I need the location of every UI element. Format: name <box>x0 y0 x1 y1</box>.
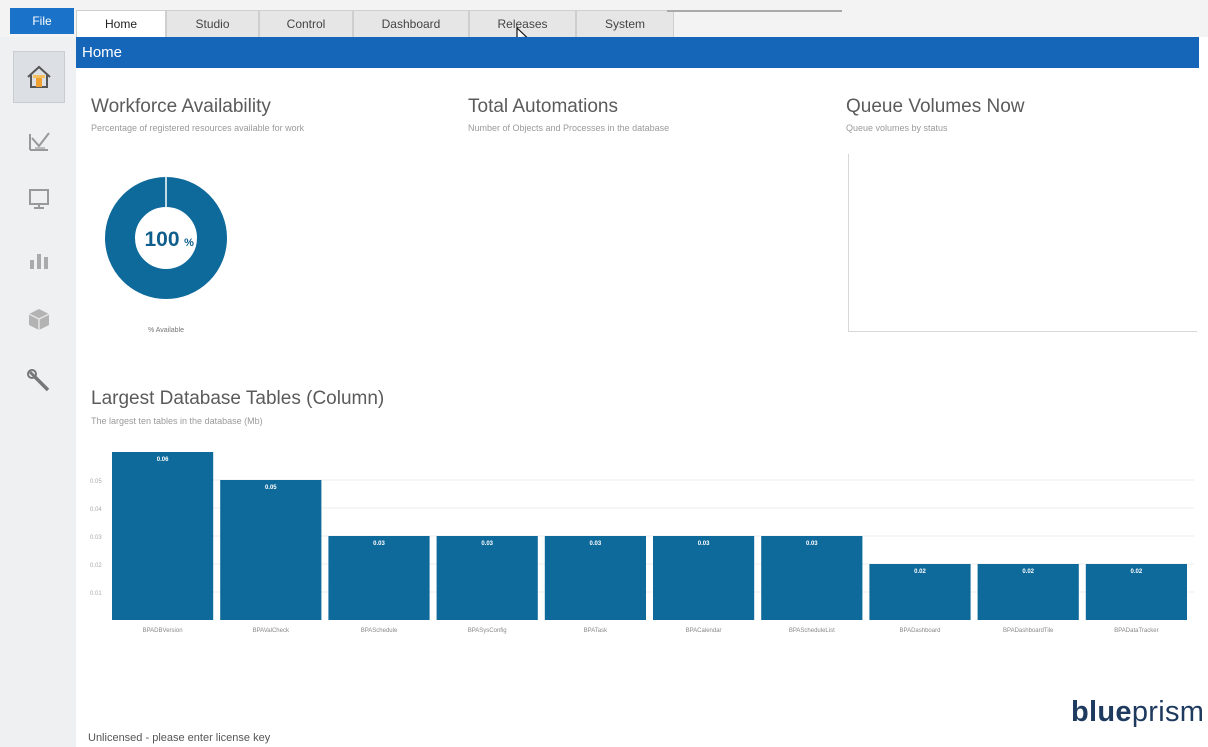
sidebar-item-studio[interactable] <box>13 115 65 167</box>
package-icon <box>28 309 50 330</box>
bar-data-label: 0.05 <box>265 485 277 491</box>
workforce-subtitle: Percentage of registered resources avail… <box>91 123 305 133</box>
tab-studio[interactable]: Studio <box>166 10 259 37</box>
bar <box>220 480 322 620</box>
tab-home[interactable]: Home <box>76 10 166 38</box>
blueprism-logo: blueprism <box>1071 696 1204 729</box>
x-category-label: BPADBVersion <box>143 628 183 634</box>
license-status: Unlicensed - please enter license key <box>88 732 271 744</box>
tables-chart-subtitle: The largest ten tables in the database (… <box>91 416 263 426</box>
x-category-label: BPACalendar <box>686 628 722 634</box>
bar <box>761 536 863 620</box>
monitor-icon <box>29 189 49 209</box>
queues-title: Queue Volumes Now <box>846 96 1025 117</box>
bar-data-label: 0.03 <box>373 541 385 547</box>
wrench-icon <box>27 369 50 392</box>
y-tick-label: 0.03 <box>90 535 102 541</box>
menu-bar: File Home Studio Control Dashboard Relea… <box>0 0 1208 45</box>
bar <box>653 536 755 620</box>
tab-dashboard[interactable]: Dashboard <box>353 10 469 37</box>
y-tick-label: 0.02 <box>90 563 102 569</box>
y-tick-label: 0.01 <box>90 591 102 597</box>
workforce-title: Workforce Availability <box>91 96 271 117</box>
bar <box>436 536 538 620</box>
sidebar-item-system[interactable] <box>13 355 65 407</box>
automations-title: Total Automations <box>468 96 618 117</box>
x-category-label: BPASchedule <box>361 628 398 634</box>
sidebar-item-releases[interactable] <box>13 293 65 345</box>
bar-data-label: 0.06 <box>157 457 169 463</box>
x-category-label: BPAValCheck <box>253 628 290 634</box>
x-category-label: BPAScheduleList <box>789 628 835 634</box>
file-menu-button[interactable]: File <box>10 8 74 34</box>
automations-subtitle: Number of Objects and Processes in the d… <box>468 123 670 133</box>
page-title-bar: Home <box>76 37 1199 68</box>
home-dashboard: Workforce Availability Percentage of reg… <box>76 68 1204 747</box>
bar-data-label: 0.02 <box>1131 569 1143 575</box>
studio-icon <box>29 132 50 151</box>
home-icon <box>27 65 51 88</box>
tab-system[interactable]: System <box>576 10 674 37</box>
donut-value-suffix: % <box>184 237 194 249</box>
queue-volumes-chart-area <box>848 154 1197 332</box>
x-category-label: BPATask <box>584 628 608 634</box>
bar-data-label: 0.03 <box>698 541 710 547</box>
logo-bold-text: blue <box>1071 696 1132 728</box>
tables-bar-chart: 0.05 0.04 0.03 0.02 0.01 0.06 BPADBVersion 0.05… <box>90 452 1194 634</box>
sidebar-item-home[interactable] <box>13 51 65 103</box>
sidebar-item-control[interactable] <box>13 173 65 225</box>
tables-chart-title: Largest Database Tables (Column) <box>91 388 385 409</box>
tab-strip-divider <box>667 10 842 12</box>
sidebar <box>0 37 77 747</box>
bar <box>544 536 646 620</box>
page-title: Home <box>82 44 123 61</box>
x-category-label: BPADashboardTile <box>1003 628 1054 634</box>
bar-data-label: 0.03 <box>481 541 493 547</box>
y-tick-label: 0.04 <box>90 507 102 513</box>
bar-data-label: 0.03 <box>590 541 602 547</box>
ribbon-tabs: Home Studio Control Dashboard Releases S… <box>76 10 674 38</box>
y-tick-label: 0.05 <box>90 479 102 485</box>
sidebar-item-dashboard[interactable] <box>13 233 65 285</box>
bar-data-label: 0.02 <box>1022 569 1034 575</box>
workforce-donut-chart: 100 % <box>105 164 227 299</box>
chart-icon <box>30 254 48 269</box>
bar <box>112 452 214 620</box>
queues-subtitle: Queue volumes by status <box>846 123 948 133</box>
donut-value: 100 <box>144 228 179 251</box>
x-category-label: BPADashboard <box>900 628 941 634</box>
donut-legend-label: % Available <box>147 327 185 334</box>
logo-light-text: prism <box>1131 696 1205 728</box>
tab-control[interactable]: Control <box>259 10 353 37</box>
x-category-label: BPADataTracker <box>1114 628 1158 634</box>
bar-data-label: 0.02 <box>914 569 926 575</box>
x-category-label: BPASysConfig <box>468 628 507 634</box>
bar-data-label: 0.03 <box>806 541 818 547</box>
bar <box>328 536 430 620</box>
